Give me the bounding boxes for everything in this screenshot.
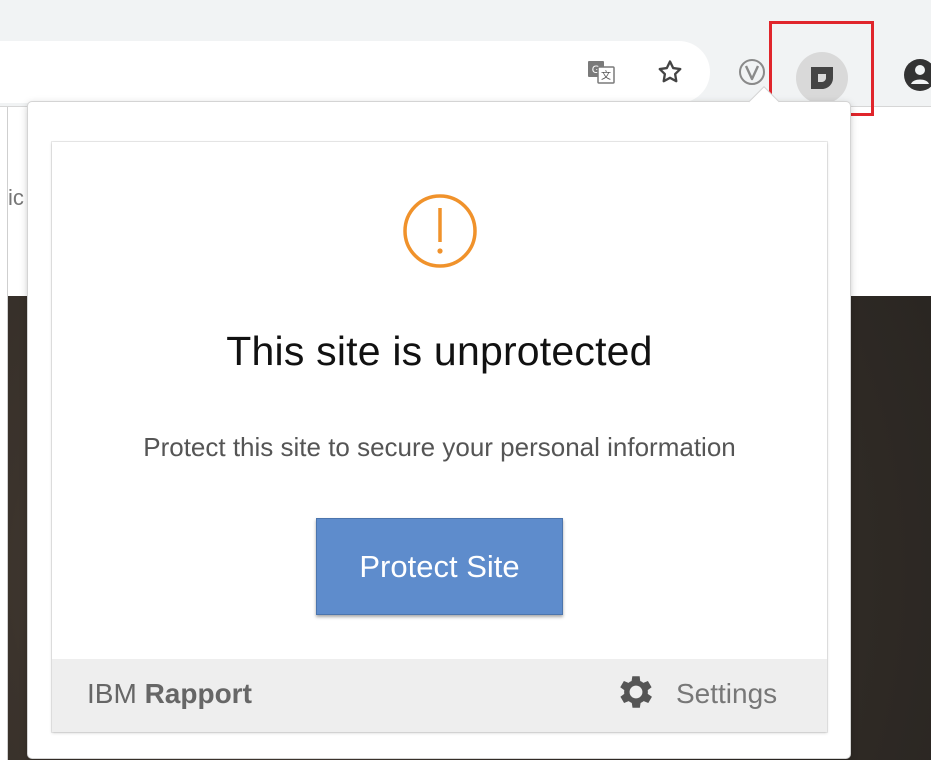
star-icon[interactable] — [655, 57, 685, 87]
exclamation-circle-icon — [385, 191, 495, 271]
gear-icon — [614, 670, 658, 719]
brand-name: Rapport — [144, 678, 252, 709]
settings-label: Settings — [676, 678, 778, 709]
brand-logo: IBM Rapport — [87, 678, 252, 710]
brand-prefix: IBM — [87, 678, 145, 709]
status-description: Protect this site to secure your persona… — [143, 432, 736, 462]
protect-site-button[interactable]: Protect Site — [316, 518, 563, 615]
status-headline: This site is unprotected — [226, 328, 653, 374]
settings-link[interactable]: Settings — [614, 672, 777, 716]
translate-icon[interactable]: G 文 — [586, 57, 616, 87]
svg-text:文: 文 — [601, 69, 611, 82]
profile-icon[interactable] — [902, 55, 931, 95]
page-text-fragment: ic — [8, 185, 24, 210]
v-extension-icon[interactable] — [737, 57, 767, 87]
